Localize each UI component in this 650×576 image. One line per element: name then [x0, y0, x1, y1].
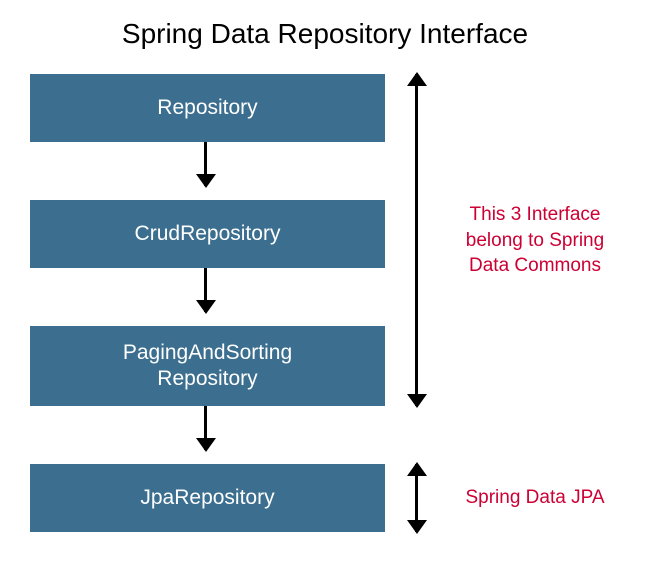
- box-jparepository-label: JpaRepository: [140, 485, 274, 511]
- diagram-container: Repository CrudRepository PagingAndSorti…: [0, 60, 650, 560]
- box-crudrepository-label: CrudRepository: [135, 221, 281, 247]
- box-jparepository: JpaRepository: [30, 464, 385, 532]
- bracket-arrow-icon: [415, 464, 418, 532]
- arrow-down-icon: [204, 142, 207, 186]
- annotation-commons: This 3 Interface belong to Spring Data C…: [450, 202, 620, 279]
- box-repository-label: Repository: [157, 95, 257, 121]
- text-line: Data Commons: [469, 255, 601, 276]
- text-line: belong to Spring: [466, 230, 604, 251]
- text-line: Spring Data JPA: [465, 487, 604, 508]
- text-line: This 3 Interface: [470, 204, 601, 225]
- diagram-title: Spring Data Repository Interface: [0, 0, 650, 60]
- arrow-down-icon: [204, 406, 207, 450]
- annotation-jpa: Spring Data JPA: [455, 485, 615, 511]
- arrow-down-icon: [204, 268, 207, 312]
- text-line: Repository: [157, 367, 257, 390]
- box-crudrepository: CrudRepository: [30, 200, 385, 268]
- box-repository: Repository: [30, 74, 385, 142]
- box-pagingandsorting: PagingAndSorting Repository: [30, 326, 385, 406]
- text-line: PagingAndSorting: [123, 341, 292, 364]
- bracket-arrow-icon: [415, 74, 418, 406]
- box-pagingandsorting-label: PagingAndSorting Repository: [123, 340, 292, 393]
